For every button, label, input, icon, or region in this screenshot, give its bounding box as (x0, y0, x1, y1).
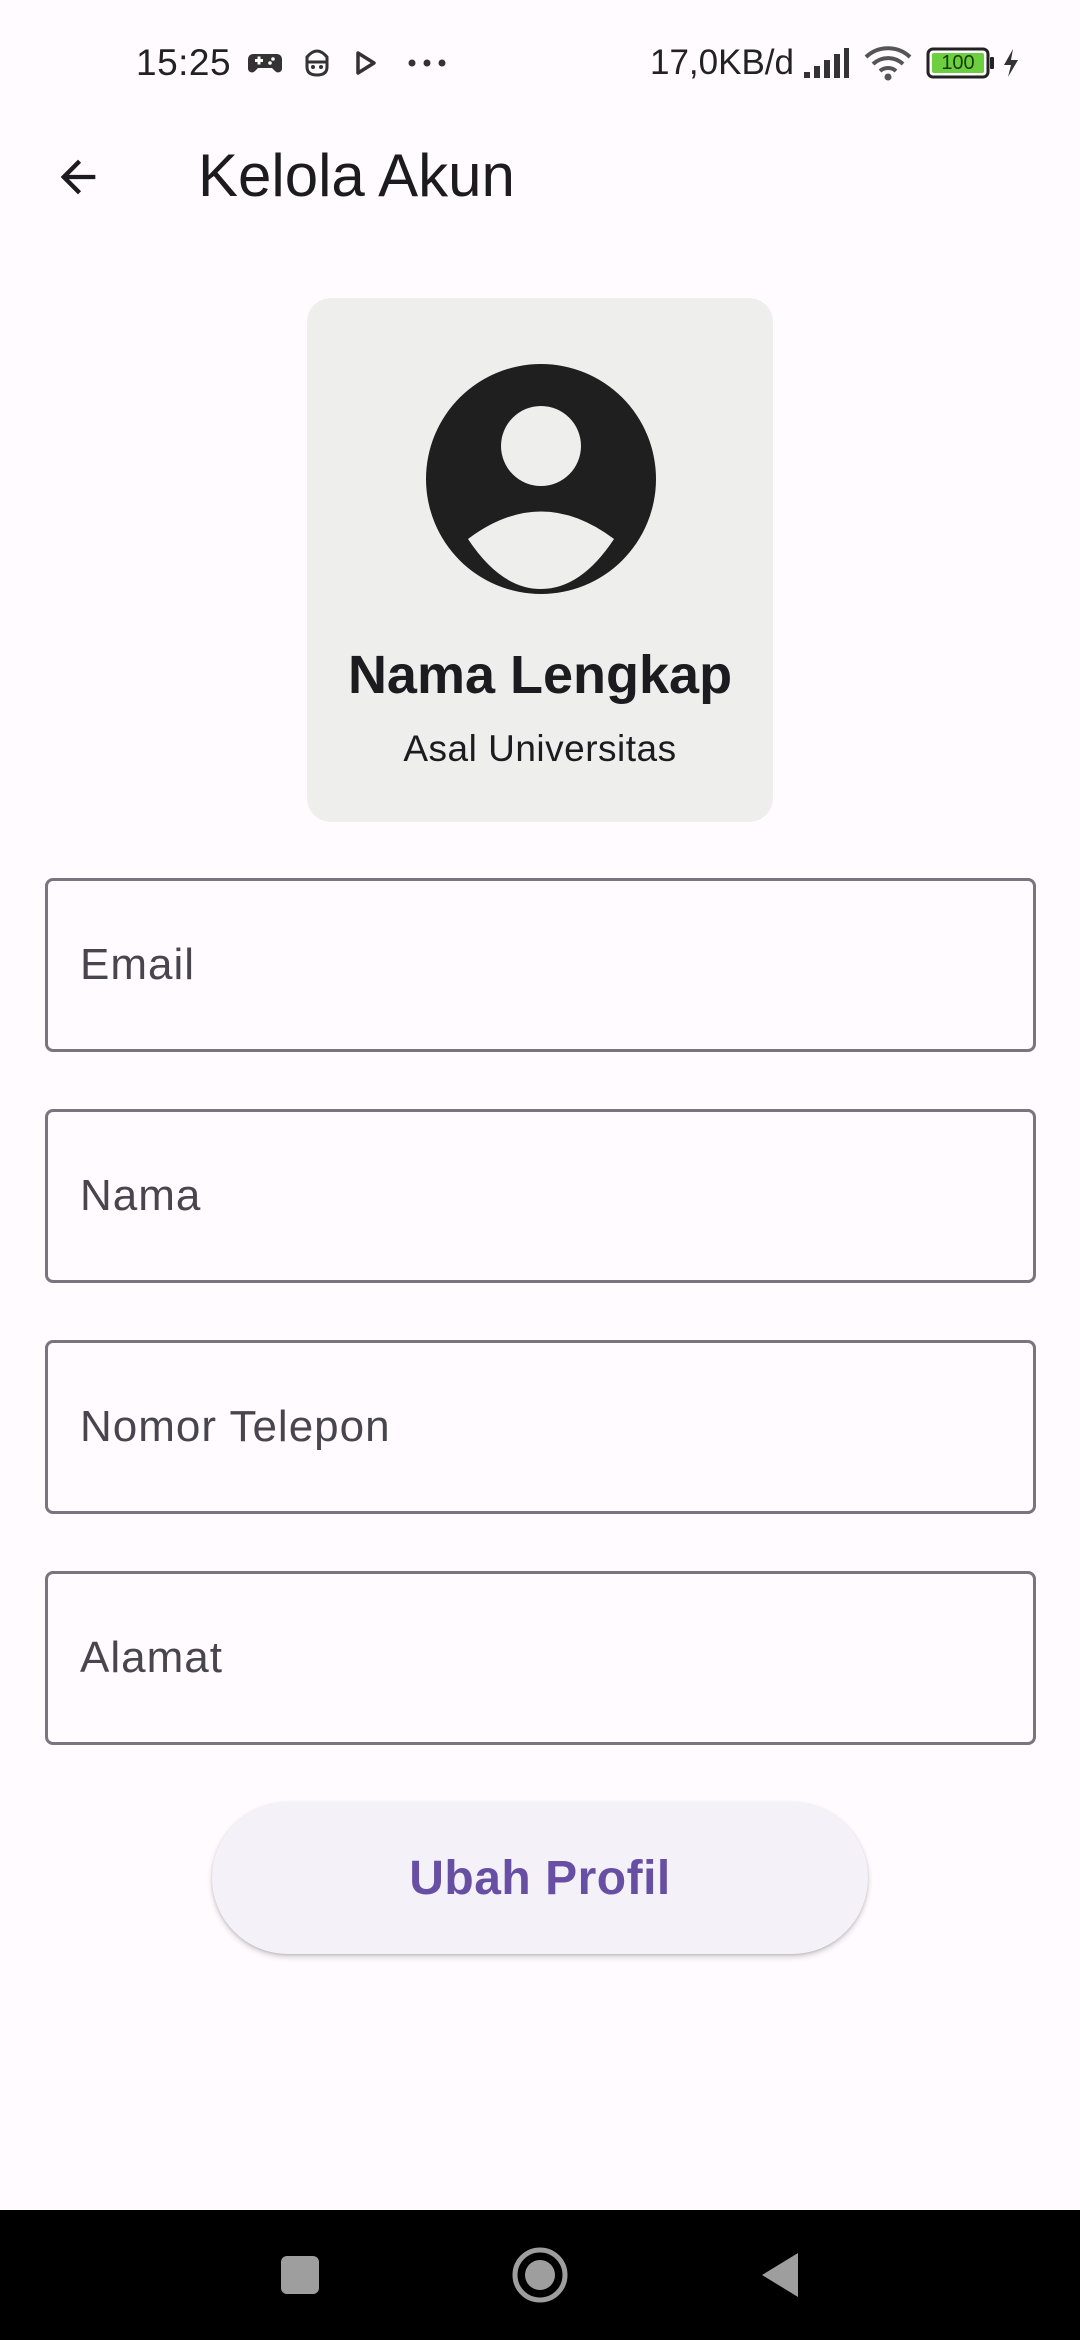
wifi-icon (864, 45, 912, 81)
status-right: 17,0KB/d 100 (650, 38, 1020, 88)
play-icon (355, 50, 377, 76)
address-field[interactable] (45, 1571, 1036, 1745)
phone-input[interactable] (48, 1343, 1033, 1511)
page-title: Kelola Akun (198, 142, 515, 209)
status-bar: 15:25 17,0KB/d 100 (0, 0, 1080, 125)
signal-icon (802, 46, 850, 80)
arrow-back-icon (52, 151, 104, 203)
email-input[interactable] (48, 881, 1033, 1049)
home-button[interactable] (500, 2240, 580, 2310)
phone-field[interactable] (45, 1340, 1036, 1514)
home-icon (510, 2245, 570, 2305)
app-bar: Kelola Akun (0, 125, 1080, 225)
status-time: 15:25 (136, 42, 232, 83)
recent-apps-icon (279, 2254, 321, 2296)
profile-university: Asal Universitas (403, 728, 677, 769)
battery-level: 100 (941, 52, 975, 74)
network-speed: 17,0KB/d (650, 43, 794, 82)
profile-name: Nama Lengkap (347, 645, 733, 705)
recent-apps-button[interactable] (260, 2240, 340, 2310)
status-left: 15:25 (136, 38, 447, 88)
update-profile-label: Ubah Profil (409, 1851, 671, 1905)
account-circle-icon (426, 364, 656, 594)
profile-card: Nama Lengkap Asal Universitas (307, 298, 773, 822)
more-dots-icon (407, 58, 447, 68)
back-icon (758, 2250, 802, 2300)
name-field[interactable] (45, 1109, 1036, 1283)
address-input[interactable] (48, 1574, 1033, 1742)
charging-icon (1002, 48, 1020, 78)
game-controller-icon (247, 48, 283, 78)
navigation-bar (0, 2210, 1080, 2340)
name-input[interactable] (48, 1112, 1033, 1280)
email-field[interactable] (45, 878, 1036, 1052)
back-button[interactable] (38, 137, 118, 217)
nav-back-button[interactable] (740, 2240, 820, 2310)
battery-icon: 100 (926, 47, 996, 79)
update-profile-button[interactable]: Ubah Profil (212, 1802, 868, 1954)
face-icon (303, 47, 331, 79)
